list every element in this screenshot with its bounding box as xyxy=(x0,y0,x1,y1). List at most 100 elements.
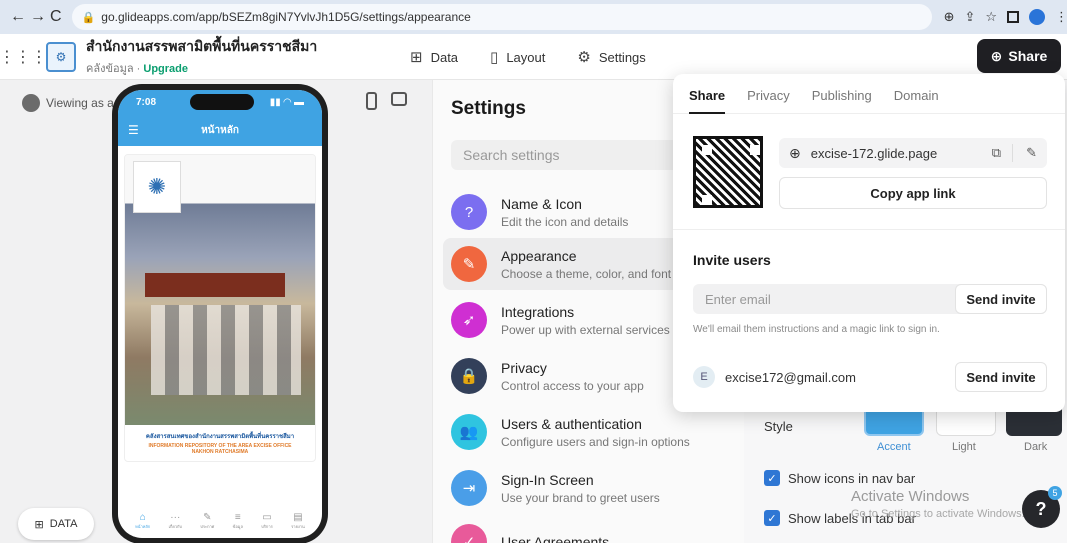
tab-domain[interactable]: Domain xyxy=(894,88,939,113)
qr-code[interactable] xyxy=(693,136,763,208)
data-button[interactable]: ⊞ DATA xyxy=(18,508,94,540)
forward-button[interactable]: → xyxy=(30,6,46,28)
copy-app-link-button[interactable]: Copy app link xyxy=(779,177,1047,209)
tab-privacy[interactable]: Privacy xyxy=(747,88,790,113)
nav-settings-label: Settings xyxy=(598,49,646,65)
phone-tab[interactable]: ⌂ หน้าหลัก xyxy=(135,512,150,530)
back-button[interactable]: ← xyxy=(10,6,26,28)
settings-item-title: Name & Icon xyxy=(501,195,582,212)
phone-card[interactable]: ✺ คลังสารสนเทศของสำนักงานสรรพสามิตพื้นที… xyxy=(124,154,316,462)
send-invite-button[interactable]: Send invite xyxy=(955,284,1047,314)
help-badge: 5 xyxy=(1048,486,1062,500)
app-logo[interactable]: ⚙ xyxy=(46,41,76,72)
checkbox-checked-icon[interactable]: ✓ xyxy=(764,470,780,486)
data-button-label: DATA xyxy=(49,518,78,530)
signal-icon: ▮▮ ◠ ▬ xyxy=(269,96,304,108)
phone-tab[interactable]: ≡ ข้อมูล xyxy=(233,512,243,530)
browser-actions: ⊕ ⇪ ☆ ⋮ xyxy=(944,9,1067,25)
nav-layout[interactable]: ▯ Layout xyxy=(490,48,545,66)
star-icon[interactable]: ☆ xyxy=(985,9,997,25)
menu-icon[interactable]: ☰ xyxy=(128,123,139,137)
tab-publishing[interactable]: Publishing xyxy=(812,88,872,113)
settings-item-title: Users & authentication xyxy=(501,415,642,432)
share-button-label: Share xyxy=(1008,48,1048,64)
phone-tab-label: รายงาน xyxy=(291,524,305,529)
nav-settings[interactable]: ⚙ Settings xyxy=(577,48,645,66)
invite-hint: We'll email them instructions and a magi… xyxy=(693,324,940,335)
phone-screen: 7:08 ▮▮ ◠ ▬ ☰ หน้าหลัก ✺ คลังสารสนเทศของ… xyxy=(118,90,322,538)
app-title-block: สำนักงานสรรพสามิตพื้นที่นครราชสีมา คลังข… xyxy=(86,36,317,77)
zoom-icon[interactable]: ⊕ xyxy=(944,9,955,25)
phone-tab[interactable]: ▭ บริการ xyxy=(261,512,273,530)
style-light-label: Light xyxy=(952,441,976,453)
settings-item-title: Integrations xyxy=(501,303,575,320)
table-icon: ⊞ xyxy=(410,49,423,66)
more-icon[interactable]: ⋮ xyxy=(1055,9,1067,25)
settings-heading: Settings xyxy=(451,98,526,119)
building-columns xyxy=(151,305,301,395)
signin-icon: ⇥ xyxy=(451,470,487,506)
checkbox-checked-icon[interactable]: ✓ xyxy=(764,510,780,526)
style-dark-label: Dark xyxy=(1024,441,1048,453)
resend-invite-button[interactable]: Send invite xyxy=(955,362,1047,392)
caption-thai: คลังสารสนเทศของสำนักงานสรรพสามิตพื้นที่น… xyxy=(145,434,295,440)
settings-item-title: Sign-In Screen xyxy=(501,471,594,488)
lock-icon: 🔒 xyxy=(81,11,96,24)
phone-title: หน้าหลัก xyxy=(201,124,239,136)
phone-tab-label: ข้อมูล xyxy=(232,524,243,529)
building-sign xyxy=(145,273,285,297)
nav-layout-label: Layout xyxy=(506,49,546,65)
phone-tab[interactable]: ··· เกี่ยวกับ xyxy=(169,512,182,530)
profile-icon[interactable] xyxy=(1029,9,1046,25)
pencil-icon[interactable]: ✎ xyxy=(1026,145,1037,161)
address-bar[interactable]: 🔒 go.glideapps.com/app/bSEZm8giN7YvlvJh1… xyxy=(71,4,932,30)
activate-windows-sub: Go to Settings to activate Windows. xyxy=(851,508,1025,520)
share-page-icon[interactable]: ⇪ xyxy=(964,9,975,25)
settings-item-title: Privacy xyxy=(501,359,547,376)
user-initial-avatar: E xyxy=(693,366,715,388)
app-link-field[interactable]: ⊕ excise-172.glide.page ⧉ ✎ xyxy=(779,138,1047,168)
settings-item-desc: Use your brand to greet users xyxy=(501,490,660,505)
rocket-icon: ➶ xyxy=(451,302,487,338)
extension-icon[interactable] xyxy=(1007,11,1020,23)
app-title[interactable]: สำนักงานสรรพสามิตพื้นที่นครราชสีมา xyxy=(86,36,317,58)
phone-tab[interactable]: ▤ รายงาน xyxy=(291,512,305,530)
phone-icon[interactable] xyxy=(366,92,377,110)
share-button[interactable]: ⊕ Share xyxy=(977,39,1061,73)
settings-item-desc: Configure users and sign-in options xyxy=(501,434,690,449)
monitor-icon: ▭ xyxy=(262,512,272,523)
settings-item-desc: Edit the icon and details xyxy=(501,214,629,229)
phone-tab-label: หน้าหลัก xyxy=(135,524,151,529)
layout-icon: ▯ xyxy=(490,49,499,66)
phone-time: 7:08 xyxy=(136,96,157,108)
browser-toolbar: ← → C 🔒 go.glideapps.com/app/bSEZm8giN7Y… xyxy=(0,0,1067,34)
url-text: go.glideapps.com/app/bSEZm8giN7YvlvJh1D5… xyxy=(101,10,471,24)
settings-item-agreements[interactable]: ✓ User Agreements xyxy=(443,516,743,543)
show-icons-checkbox-row[interactable]: ✓ Show icons in nav bar xyxy=(764,470,915,486)
globe-icon: ⊕ xyxy=(990,47,1003,64)
seal-icon: ✺ xyxy=(133,161,181,213)
invite-email-input[interactable]: Enter email Send invite xyxy=(693,284,1047,314)
upgrade-link[interactable]: Upgrade xyxy=(143,63,188,75)
style-label: Style xyxy=(764,419,793,434)
invited-user-row: E excise172@gmail.com Send invite xyxy=(693,362,1047,392)
open-external-icon[interactable]: ⧉ xyxy=(992,145,1001,161)
gear-icon: ⚙ xyxy=(577,49,591,66)
user-email: excise172@gmail.com xyxy=(725,369,856,385)
reload-button[interactable]: C xyxy=(50,6,62,28)
phone-tab-bar: ⌂ หน้าหลัก ··· เกี่ยวกับ ✎ ประกาศ ≡ ข้อมูล ▭… xyxy=(118,512,322,530)
settings-item-users[interactable]: 👥 Users & authentication Configure users … xyxy=(443,406,743,458)
phone-tab[interactable]: ✎ ประกาศ xyxy=(200,512,214,530)
list-icon: ≡ xyxy=(234,512,241,523)
phone-header: ☰ หน้าหลัก xyxy=(118,114,322,146)
tablet-icon[interactable] xyxy=(391,92,407,106)
share-popover: Share Privacy Publishing Domain ⊕ excise… xyxy=(673,74,1065,412)
nav-data[interactable]: ⊞ Data xyxy=(410,48,458,66)
apps-grid-icon[interactable]: ⋮⋮⋮ xyxy=(0,47,47,67)
tab-share[interactable]: Share xyxy=(689,88,726,114)
settings-item-signin[interactable]: ⇥ Sign-In Screen Use your brand to greet … xyxy=(443,462,743,514)
viewing-as[interactable]: Viewing as a xyxy=(22,94,114,112)
settings-item-desc: Control access to your app xyxy=(501,378,644,393)
dots-icon: ··· xyxy=(170,512,181,523)
app-subtitle: คลังข้อมูล · Upgrade xyxy=(86,63,188,75)
